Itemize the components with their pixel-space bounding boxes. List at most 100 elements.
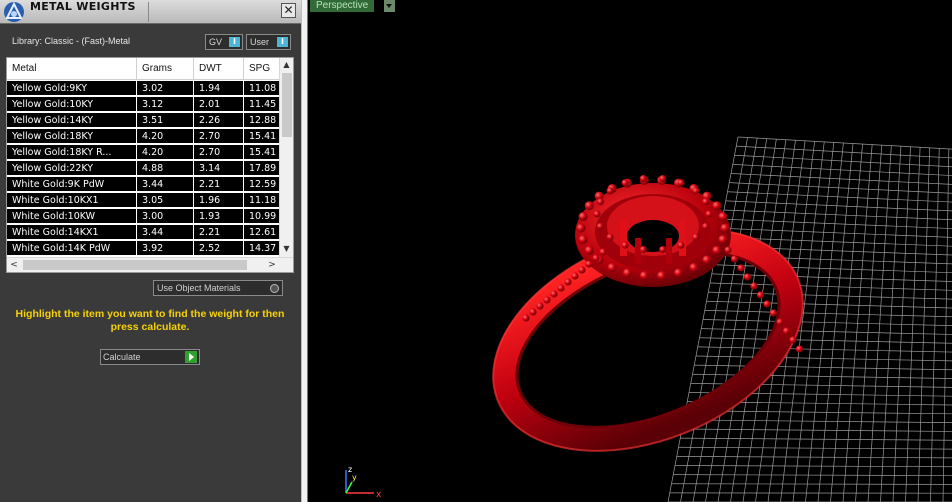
scroll-right-icon[interactable]: >: [265, 258, 279, 272]
table-row[interactable]: Yellow Gold:14KY 3.51 2.26 12.88: [7, 113, 279, 128]
bead: [607, 263, 617, 273]
bead: [592, 254, 600, 262]
spg-cell: 17.89: [249, 163, 277, 174]
grams-cell: 3.44: [137, 225, 194, 240]
bead: [596, 198, 604, 206]
instruction-text: Highlight the item you want to find the …: [15, 308, 285, 333]
bead: [639, 271, 649, 281]
library-label: Library: Classic - (Fast)-Metal: [12, 36, 131, 46]
dwt-cell: 2.52: [194, 241, 244, 256]
grid-line: [704, 310, 952, 318]
metal-cell: Yellow Gold:22KY: [7, 161, 137, 176]
table-row[interactable]: White Gold:14K PdW 3.92 2.52 14.37: [7, 241, 279, 256]
grams-cell: 3.44: [137, 177, 194, 192]
header-divider: [148, 2, 149, 22]
table-row[interactable]: White Gold:10KX1 3.05 1.96 11.18: [7, 193, 279, 208]
grid-line: [673, 474, 952, 476]
horizontal-scroll-thumb[interactable]: [23, 260, 247, 270]
user-toggle-icon[interactable]: I: [277, 37, 288, 47]
column-header-metal[interactable]: Metal: [7, 58, 137, 80]
bead: [659, 245, 667, 253]
spg-cell: 14.37: [249, 243, 277, 254]
bead: [593, 210, 601, 218]
bead: [606, 233, 614, 241]
grid-line: [713, 264, 952, 274]
metal-cell: White Gold:14K PdW: [7, 241, 137, 256]
radio-icon[interactable]: [270, 284, 279, 293]
bead: [576, 223, 586, 233]
column-header-grams[interactable]: Grams: [137, 58, 194, 80]
dwt-cell: 1.94: [194, 81, 244, 96]
table-row[interactable]: White Gold:10KW 3.00 1.93 10.99: [7, 209, 279, 224]
bead: [705, 210, 713, 218]
bead: [659, 175, 667, 183]
bead: [692, 187, 700, 195]
table-row[interactable]: Yellow Gold:22KY 4.88 3.14 17.89: [7, 161, 279, 176]
bead: [621, 241, 629, 249]
grid-line: [708, 291, 952, 300]
bead: [712, 245, 722, 255]
bead: [769, 309, 778, 317]
grid-line: [701, 328, 952, 335]
horizontal-scrollbar[interactable]: < >: [7, 257, 293, 272]
gv-unit-toggle[interactable]: GV I: [205, 34, 243, 50]
scroll-up-icon[interactable]: ▲: [280, 58, 293, 72]
ring-model[interactable]: [460, 175, 835, 493]
grid-line: [722, 218, 952, 229]
bead: [639, 175, 647, 183]
bead: [718, 234, 728, 244]
grams-cell: 3.02: [137, 81, 194, 96]
dwt-cell: 2.01: [194, 97, 244, 112]
panel-splitter[interactable]: [301, 0, 308, 502]
view-mode-label[interactable]: Perspective: [310, 0, 375, 12]
bead: [776, 318, 784, 326]
gv-label: GV: [209, 37, 223, 47]
bead: [712, 201, 722, 211]
user-unit-toggle[interactable]: User I: [246, 34, 291, 50]
table-row[interactable]: Yellow Gold:18KY 4.20 2.70 15.41: [7, 129, 279, 144]
bead: [599, 248, 607, 256]
table-row[interactable]: Yellow Gold:9KY 3.02 1.94 11.08: [7, 81, 279, 96]
bead: [737, 264, 745, 272]
calculate-button[interactable]: Calculate: [100, 349, 200, 365]
dwt-cell: 2.26: [194, 113, 244, 128]
bead: [529, 308, 537, 316]
viewport-scene: z y x: [345, 136, 952, 502]
scroll-left-icon[interactable]: <: [7, 258, 21, 272]
axis-gizmo: z y x: [345, 465, 382, 500]
bead: [596, 222, 604, 230]
close-button[interactable]: ✕: [281, 3, 296, 18]
metal-cell: Yellow Gold:9KY: [7, 81, 137, 96]
grams-cell: 4.88: [137, 161, 194, 176]
spg-cell: 15.41: [249, 131, 277, 142]
table-row[interactable]: Yellow Gold:10KY 3.12 2.01 11.45: [7, 97, 279, 112]
column-header-dwt[interactable]: DWT: [194, 58, 244, 80]
grams-cell: 3.92: [137, 241, 194, 256]
spg-cell: 12.61: [249, 227, 277, 238]
column-header-spg[interactable]: SPG: [244, 58, 279, 80]
use-object-materials-toggle[interactable]: Use Object Materials: [153, 280, 283, 296]
grid-line: [680, 437, 952, 441]
bead: [756, 291, 765, 299]
table-row[interactable]: White Gold:9K PdW 3.44 2.21 12.59: [7, 177, 279, 192]
gv-toggle-icon[interactable]: I: [229, 37, 240, 47]
vertical-scrollbar[interactable]: ▲ ▼: [279, 58, 293, 257]
metal-cell: Yellow Gold:10KY: [7, 97, 137, 112]
grid-line: [674, 465, 952, 468]
vertical-scroll-thumb[interactable]: [282, 73, 292, 137]
spg-cell: 11.08: [249, 83, 277, 94]
grams-cell: 4.20: [137, 129, 194, 144]
bead: [763, 300, 771, 308]
bead: [578, 212, 588, 222]
app-logo-icon: [4, 1, 24, 22]
scroll-down-icon[interactable]: ▼: [280, 242, 293, 256]
view-menu-dropdown-icon[interactable]: [384, 0, 395, 12]
play-arrow-icon[interactable]: [185, 351, 197, 363]
bead: [622, 268, 632, 278]
grid-line: [702, 319, 952, 326]
panel-header: METAL WEIGHTS ✕: [0, 0, 301, 24]
table-row[interactable]: Yellow Gold:18KY R... 4.20 2.70 15.41: [7, 145, 279, 160]
3d-viewport[interactable]: z y x Perspective: [308, 0, 952, 502]
bead: [522, 314, 530, 322]
table-row[interactable]: White Gold:14KX1 3.44 2.21 12.61: [7, 225, 279, 240]
